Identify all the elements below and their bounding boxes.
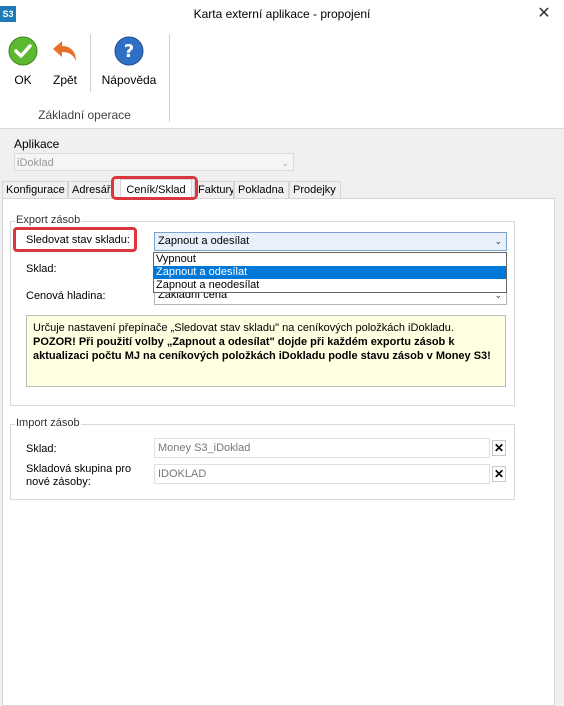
label-highlight-annotation [13, 227, 137, 252]
import-group-title: Import zásob [15, 417, 81, 429]
stock-group-field[interactable]: IDOKLAD [154, 464, 490, 484]
chevron-down-icon: ⌄ [494, 236, 502, 246]
back-button[interactable]: Zpět [48, 36, 82, 87]
help-label: Nápověda [101, 73, 157, 87]
chevron-down-icon: ⌄ [281, 158, 289, 168]
help-question-icon: ? [114, 36, 144, 66]
ribbon-group-label: Základní operace [38, 108, 131, 122]
info-text: Určuje nastavení přepínače „Sledovat sta… [33, 322, 454, 334]
title-bar: S3 Karta externí aplikace - propojení ✕ [0, 0, 564, 28]
tab-bar: Konfigurace Adresář Ceník/Sklad Faktury … [2, 179, 562, 199]
dropdown-option-selected[interactable]: Zapnout a odesílat [154, 266, 506, 279]
info-warning-text: POZOR! Při použití volby „Zapnout a odes… [33, 336, 491, 362]
tab-pokladna[interactable]: Pokladna [234, 181, 289, 198]
svg-text:?: ? [124, 41, 134, 62]
price-level-label: Cenová hladina: [26, 290, 106, 302]
export-group-title: Export zásob [15, 214, 82, 226]
application-value: iDoklad [17, 157, 54, 169]
ok-label: OK [14, 73, 32, 87]
track-stock-value: Zapnout a odesílat [158, 235, 250, 247]
back-arrow-icon [53, 41, 76, 61]
application-select: iDoklad ⌄ [14, 153, 294, 171]
ribbon-separator [90, 34, 91, 92]
track-stock-dropdown: Vypnout Zapnout a odesílat Zapnout a neo… [153, 252, 507, 293]
tab-prodejky[interactable]: Prodejky [289, 181, 341, 198]
window-title: Karta externí aplikace - propojení [193, 7, 371, 21]
track-stock-select[interactable]: Zapnout a odesílat ⌄ [154, 232, 507, 251]
tab-konfigurace[interactable]: Konfigurace [2, 181, 68, 198]
export-warehouse-label: Sklad: [26, 263, 57, 275]
info-box: Určuje nastavení přepínače „Sledovat sta… [26, 315, 506, 387]
ok-button[interactable]: OK [6, 36, 40, 87]
ribbon: OK Zpět ? Nápověda Základní operace [0, 28, 564, 129]
content-area: Aplikace iDoklad ⌄ Konfigurace Adresář C… [0, 129, 564, 706]
tab-adresar[interactable]: Adresář [68, 181, 114, 198]
dropdown-option[interactable]: Vypnout [154, 253, 506, 266]
clear-warehouse-icon[interactable]: ✕ [492, 440, 506, 456]
application-label: Aplikace [14, 137, 60, 151]
dropdown-option[interactable]: Zapnout a neodesílat [154, 279, 506, 292]
clear-stock-group-icon[interactable]: ✕ [492, 466, 506, 482]
tab-highlight-annotation [111, 176, 198, 200]
tab-faktury[interactable]: Faktury [194, 181, 234, 198]
group-separator [169, 34, 170, 122]
stock-group-label: Skladová skupina pro nové zásoby: [26, 463, 132, 488]
import-warehouse-field[interactable]: Money S3_iDoklad [154, 438, 490, 458]
close-icon[interactable]: ✕ [524, 0, 564, 28]
import-warehouse-label: Sklad: [26, 443, 57, 455]
ok-check-icon [8, 36, 38, 66]
back-label: Zpět [52, 73, 77, 87]
help-button[interactable]: ? Nápověda [100, 36, 158, 87]
